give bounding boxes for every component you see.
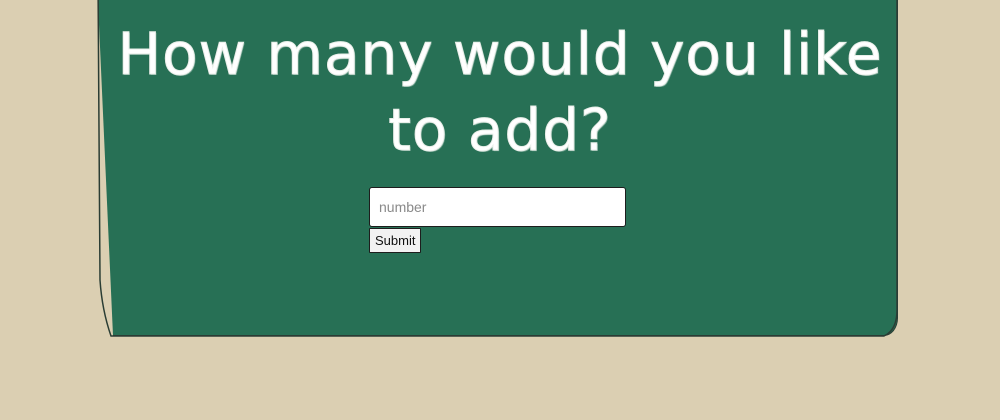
number-input[interactable] bbox=[369, 187, 626, 227]
submit-button[interactable]: Submit bbox=[369, 228, 422, 253]
page-title: How many would you like to add? bbox=[117, 20, 883, 165]
add-quantity-form: Submit bbox=[369, 187, 627, 253]
